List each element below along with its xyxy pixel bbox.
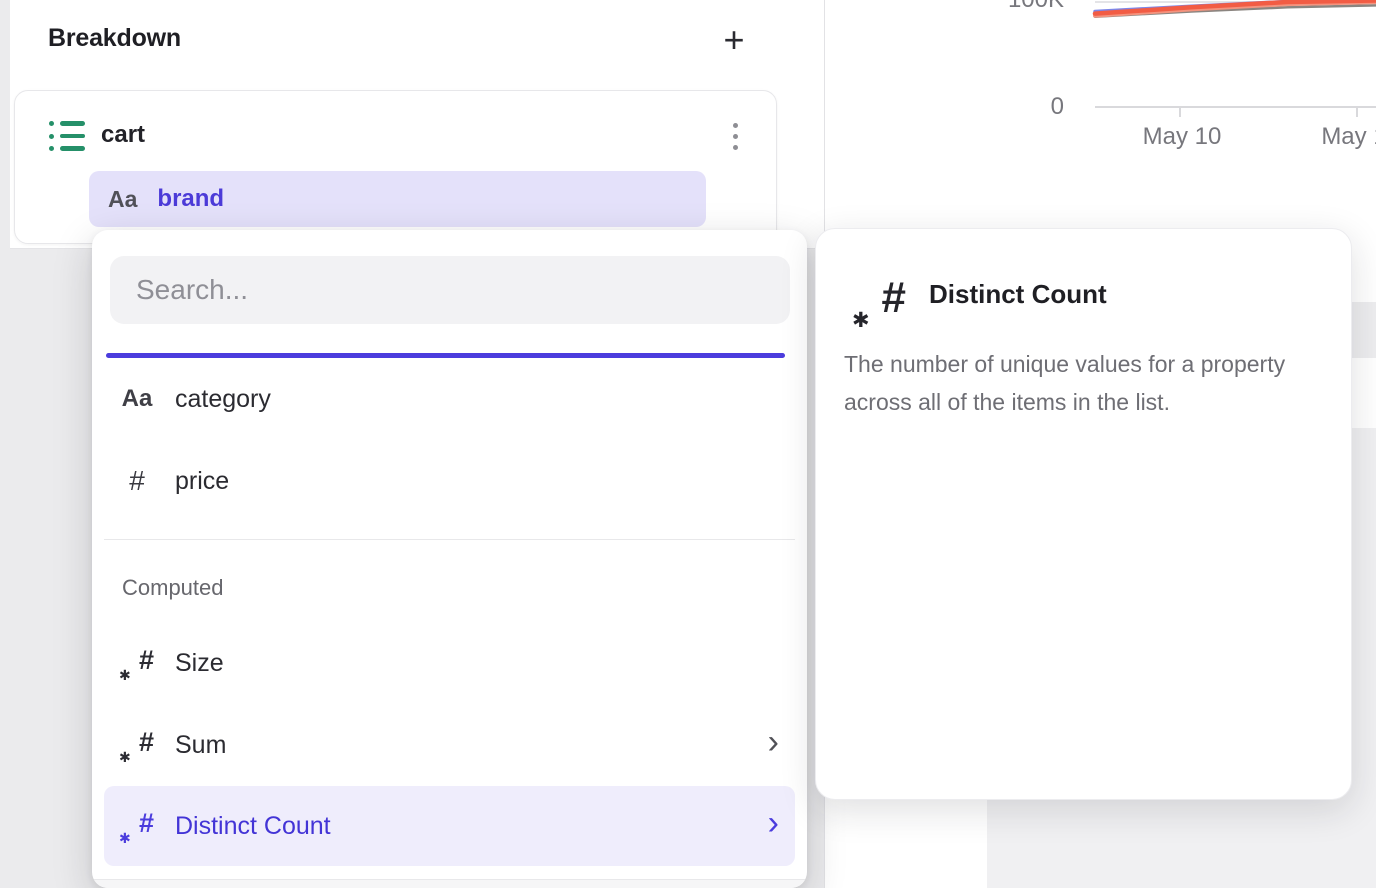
dropdown-item-price[interactable]: # price	[104, 453, 795, 509]
tooltip-title: Distinct Count	[929, 279, 1107, 310]
add-breakdown-button[interactable]: +	[712, 18, 756, 62]
dropdown-item-category[interactable]: Aa category	[104, 371, 795, 427]
selected-property-chip[interactable]: Aa brand	[89, 171, 706, 227]
selected-property-label: brand	[157, 185, 224, 213]
property-description-tooltip: #✱ Distinct Count The number of unique v…	[815, 228, 1352, 800]
active-indicator-line	[106, 353, 785, 358]
dropdown-footer	[92, 880, 807, 888]
breakdown-section-title: Breakdown	[48, 24, 181, 53]
breakdown-group-card: cart Aa brand	[14, 90, 777, 244]
x-axis-label-may10: May 10	[1122, 123, 1242, 151]
dropdown-item-label: category	[175, 385, 271, 414]
list-icon	[49, 121, 87, 151]
y-axis-label-0: 0	[1014, 93, 1064, 121]
group-name[interactable]: cart	[101, 121, 145, 149]
plus-icon: +	[723, 19, 744, 61]
chevron-right-icon: ›	[768, 823, 779, 829]
dropdown-item-size[interactable]: #✱ Size	[104, 635, 795, 691]
y-axis-label-100k: 100K	[964, 0, 1064, 14]
dropdown-item-label: Distinct Count	[175, 812, 331, 841]
computed-section-label: Computed	[122, 575, 224, 601]
chevron-right-icon: ›	[768, 742, 779, 748]
app-root: 100K 0 May 10 May 1 Breakdown + cart Aa …	[0, 0, 1376, 888]
kebab-menu-icon[interactable]	[721, 115, 749, 157]
number-property-icon: #	[120, 465, 154, 497]
text-property-icon: Aa	[108, 186, 137, 213]
computed-number-icon: #✱	[120, 726, 154, 764]
tooltip-description: The number of unique values for a proper…	[844, 345, 1328, 421]
search-input[interactable]	[110, 256, 790, 324]
property-dropdown: Aa category # price Computed #✱ Size #✱ …	[92, 230, 807, 888]
dropdown-item-label: price	[175, 467, 229, 496]
computed-number-icon: #✱	[120, 644, 154, 682]
dropdown-item-sum[interactable]: #✱ Sum ›	[104, 717, 795, 773]
computed-number-icon: #✱	[854, 273, 906, 331]
dropdown-item-label: Size	[175, 649, 224, 678]
computed-number-icon: #✱	[120, 807, 154, 845]
section-divider	[104, 539, 795, 540]
dropdown-item-distinct-count[interactable]: #✱ Distinct Count ›	[104, 786, 795, 866]
text-property-icon: Aa	[120, 385, 154, 413]
dropdown-item-label: Sum	[175, 731, 226, 760]
x-axis-label-may1: May 1	[1294, 123, 1376, 151]
